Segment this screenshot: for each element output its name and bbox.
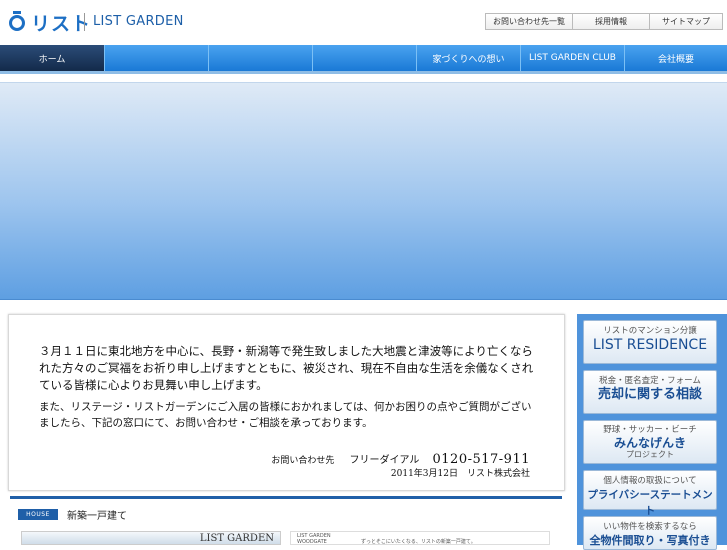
hero-banner [0,82,727,300]
site-header: リスト LIST GARDEN お問い合わせ先一覧 採用情報 サイトマップ [0,0,727,44]
nav-company[interactable]: 会社概要 [625,45,727,71]
sidebar-button-sub: いい物件を検索するなら [603,522,697,532]
notice-paragraph-1: ３月１１日に東北地方を中心に、長野・新潟等で発生致しました大地震と津波等により亡… [39,344,534,392]
notice-paragraph-2: また、リステージ・リストガーデンにご入居の皆様におかれましては、何かお困りの点や… [39,401,532,429]
logo-brand[interactable]: リスト [31,9,91,36]
nav-home[interactable]: ホーム [0,45,105,71]
contact-label: お問い合わせ先 [271,456,335,466]
contact-phone-number: 0120-517-911 [432,452,530,467]
house-section-header: HOUSE 新築一戸建て [10,506,562,524]
nav-blank-1[interactable] [105,45,209,71]
util-link-recruit[interactable]: 採用情報 [572,13,649,30]
nav-philosophy[interactable]: 家づくりへの想い [417,45,521,71]
logo-divider [84,13,85,31]
sidebar-button-minna-genki[interactable]: 野球・サッカー・ビーチ みんなげんき プロジェクト [583,420,717,464]
utility-links: お問い合わせ先一覧 採用情報 サイトマップ [485,13,723,30]
main-nav: ホーム 家づくりへの想い LIST GARDEN CLUB 会社概要 [0,45,727,71]
nav-blank-3[interactable] [313,45,417,71]
contact-line: お問い合わせ先 フリーダイアル 0120-517-911 [271,448,530,467]
notice-date-signature: 2011年3月12日 リスト株式会社 [390,469,530,479]
nav-list-garden-club[interactable]: LIST GARDEN CLUB [521,45,625,71]
sidebar-button-sub: 野球・サッカー・ビーチ [603,425,697,435]
sidebar-button-sub: リストのマンション分譲 [603,326,697,336]
sidebar-button-main: LIST RESIDENCE [592,337,708,353]
sidebar-button-small: プロジェクト [626,450,674,459]
house-card-woodgate[interactable]: LIST GARDEN WOODGATE ずっとそこにいたくなる、リストの新築一… [290,531,550,545]
logo-subtitle[interactable]: LIST GARDEN [93,14,184,29]
nav-blank-2[interactable] [209,45,313,71]
sidebar-button-main: みんなげんき [613,436,686,450]
sidebar-button-sale-consult[interactable]: 税金・匿名査定・フォーム 売却に関する相談 [583,370,717,414]
house-card-list-garden[interactable]: LIST GARDEN [21,531,281,545]
house-badge: HOUSE [18,509,58,520]
sidebar-button-privacy[interactable]: 個人情報の取扱について プライバシーステートメント [583,470,717,517]
sidebar-button-main: 全物件間取り・写真付き [589,534,711,547]
util-link-sitemap[interactable]: サイトマップ [649,13,723,30]
sidebar-button-sub: 税金・匿名査定・フォーム [599,376,701,386]
section-divider [10,496,562,499]
sidebar-button-sub: 個人情報の取扱について [603,476,697,486]
earthquake-notice: ３月１１日に東北地方を中心に、長野・新潟等で発生致しました大地震と津波等により亡… [8,314,565,491]
nav-underline [0,71,727,74]
sidebar-button-list-residence[interactable]: リストのマンション分譲 LIST RESIDENCE [583,320,717,364]
house-card-label: LIST GARDEN [199,533,274,544]
woodgate-logo: LIST GARDEN WOODGATE [297,533,331,545]
logo-icon[interactable] [8,11,30,31]
right-sidebar: リストのマンション分譲 LIST RESIDENCE 税金・匿名査定・フォーム … [577,314,727,550]
sidebar-button-main: プライバシーステートメント [587,489,713,517]
sidebar-button-main: 売却に関する相談 [597,387,702,402]
woodgate-tagline: ずっとそこにいたくなる、リストの新築一戸建て。 [361,539,476,545]
util-link-contact[interactable]: お問い合わせ先一覧 [485,13,572,30]
contact-free-dial: フリーダイアル [349,455,420,466]
house-section-title: 新築一戸建て [67,511,127,522]
